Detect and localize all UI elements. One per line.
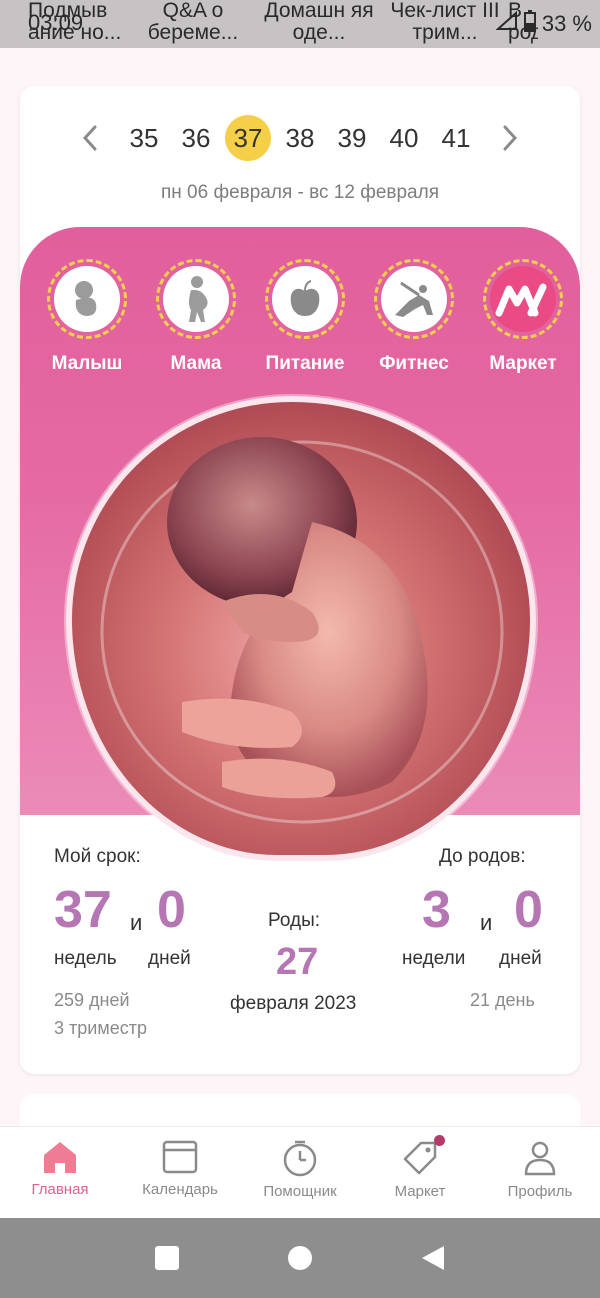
category-label: Питание	[265, 353, 345, 374]
trimester: 3 триместр	[54, 1018, 147, 1038]
status-right: 33 %	[495, 10, 592, 38]
remain-weeks-unit: недели	[402, 948, 466, 969]
recents-button[interactable]	[154, 1245, 180, 1271]
category-market[interactable]: Маркет	[483, 259, 563, 375]
remain-days-unit: дней	[499, 948, 542, 969]
nav-label: Профиль	[507, 1183, 573, 1200]
tab-item[interactable]: Q&A о береме...	[130, 0, 256, 48]
term-stats: Мой срок: 37 и 0 недель дней 259 дней 3 …	[20, 838, 580, 1074]
week-item[interactable]: 35	[118, 114, 170, 162]
nav-market[interactable]: Маркет	[360, 1127, 480, 1218]
category-row: Малыш Мама Питание Фитнес Маркет	[20, 259, 580, 375]
user-icon	[524, 1141, 556, 1176]
remain-days-value: 0	[514, 881, 543, 939]
category-label: Мама	[170, 353, 222, 374]
until-birth-label: До родов:	[439, 846, 526, 867]
week-item[interactable]: 40	[378, 114, 430, 162]
week-item[interactable]: 38	[274, 114, 326, 162]
fitness-icon	[395, 281, 433, 317]
tab-item[interactable]: Домашн яя оде...	[256, 0, 382, 48]
birth-month-year: февраля 2023	[230, 993, 357, 1014]
total-days: 259 дней	[54, 990, 130, 1010]
nav-label: Помощник	[263, 1183, 337, 1200]
back-button[interactable]	[420, 1245, 446, 1271]
nav-calendar[interactable]: Календарь	[120, 1127, 240, 1218]
fetus-illustration	[66, 396, 536, 861]
my-term-label: Мой срок:	[54, 846, 141, 867]
weeks-value: 37	[54, 881, 112, 939]
week-item[interactable]: 36	[170, 114, 222, 162]
chevron-left-icon	[82, 125, 97, 151]
weeks-unit: недель	[54, 948, 117, 969]
market-logo-icon	[495, 283, 547, 317]
week-selector: 35 36 37 38 39 40 41	[20, 114, 580, 162]
week-item[interactable]: 41	[430, 114, 482, 162]
bottom-navigation: Главная Календарь Помощник Маркет Профил…	[0, 1126, 600, 1218]
nav-profile[interactable]: Профиль	[480, 1127, 600, 1218]
week-item-selected[interactable]: 37	[222, 114, 274, 162]
nav-assistant[interactable]: Помощник	[240, 1127, 360, 1218]
next-week-button[interactable]	[482, 114, 538, 162]
week-date-range: пн 06 февраля - вс 12 февраля	[160, 182, 440, 203]
category-nutrition[interactable]: Питание	[265, 259, 345, 375]
calendar-icon	[162, 1140, 198, 1174]
status-bar: Подмыв ание но... Q&A о береме... Домашн…	[0, 0, 600, 48]
category-label: Маркет	[489, 353, 557, 374]
nav-label: Главная	[31, 1181, 89, 1198]
category-baby[interactable]: Малыш	[47, 259, 127, 375]
fetus-image	[100, 437, 504, 824]
category-label: Фитнес	[379, 353, 449, 374]
tag-icon	[403, 1141, 437, 1175]
week-item[interactable]: 39	[326, 114, 378, 162]
nav-label: Календарь	[142, 1181, 218, 1198]
nav-home[interactable]: Главная	[0, 1127, 120, 1218]
birth-day: 27	[276, 941, 319, 983]
status-time: 03:09	[28, 10, 84, 35]
battery-icon	[523, 10, 536, 38]
pregnancy-card: 35 36 37 38 39 40 41 пн 06 февраля - вс …	[20, 86, 580, 1074]
category-fitness[interactable]: Фитнес	[374, 259, 454, 375]
pregnant-woman-icon	[189, 276, 208, 322]
birth-label: Роды:	[268, 910, 321, 931]
system-navigation-bar	[0, 1218, 600, 1298]
and-text: и	[130, 910, 143, 935]
battery-level: 33 %	[541, 11, 592, 36]
apple-icon	[290, 280, 320, 316]
nav-label: Маркет	[394, 1183, 446, 1200]
days-unit: дней	[148, 948, 191, 969]
and-text: и	[480, 910, 493, 935]
tab-item[interactable]: Чек-лист III трим...	[382, 0, 508, 48]
remain-weeks-value: 3	[422, 881, 451, 939]
remain-total-days: 21 день	[470, 990, 535, 1010]
home-icon	[44, 1142, 76, 1173]
prev-week-button[interactable]	[62, 114, 118, 162]
category-label: Малыш	[51, 353, 123, 374]
baby-icon	[75, 281, 97, 316]
signal-icon	[495, 10, 518, 37]
category-mom[interactable]: Мама	[156, 259, 236, 375]
notification-dot	[434, 1135, 445, 1146]
chevron-right-icon	[503, 125, 518, 151]
timer-icon	[283, 1140, 317, 1177]
home-button[interactable]	[287, 1245, 313, 1271]
days-value: 0	[157, 881, 186, 939]
